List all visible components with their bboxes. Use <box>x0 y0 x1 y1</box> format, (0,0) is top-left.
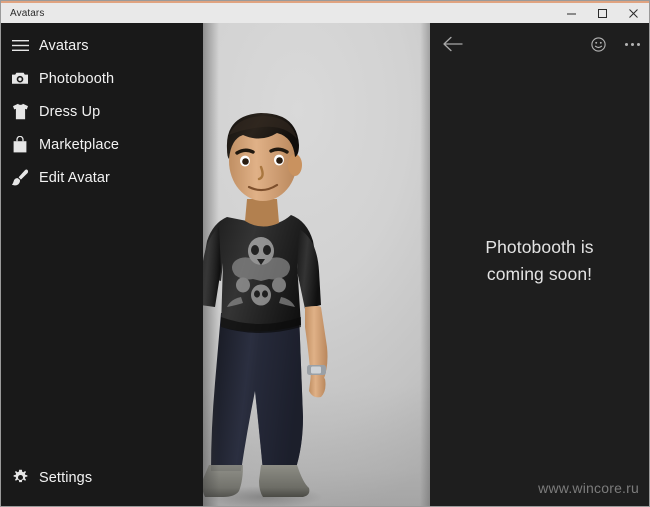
avatar-figure <box>203 113 328 506</box>
maximize-button[interactable] <box>587 3 618 23</box>
stage-edge-shadow-left <box>203 23 219 506</box>
sidebar-item-label: Edit Avatar <box>39 169 110 186</box>
nav-list: Avatars Photobooth Dress Up Marketplace … <box>1 23 203 194</box>
app-window: Avatars Avatars Photobooth Dress Up Mark… <box>0 0 650 507</box>
sidebar-item-marketplace[interactable]: Marketplace <box>1 128 203 161</box>
maximize-icon <box>598 8 607 18</box>
sidebar-item-edit-avatar[interactable]: Edit Avatar <box>1 161 203 194</box>
sidebar-item-label: Avatars <box>39 37 89 54</box>
gear-icon <box>1 469 39 486</box>
close-button[interactable] <box>618 3 649 23</box>
shopping-bag-icon <box>1 136 39 153</box>
sidebar-item-settings[interactable]: Settings <box>1 461 203 494</box>
sidebar-item-label: Marketplace <box>39 136 120 153</box>
caption-button-group <box>556 3 649 23</box>
app-body: Avatars Photobooth Dress Up Marketplace … <box>1 23 649 506</box>
watermark: www.wincore.ru <box>538 480 639 496</box>
sidebar-footer: Settings <box>1 461 203 494</box>
sidebar-item-label: Settings <box>39 469 93 486</box>
title-bar[interactable]: Avatars <box>1 3 649 23</box>
minimize-icon <box>567 13 576 14</box>
window-title: Avatars <box>10 7 45 19</box>
hamburger-menu-icon <box>1 39 39 52</box>
sidebar-item-photobooth[interactable]: Photobooth <box>1 62 203 95</box>
sidebar-item-label: Dress Up <box>39 103 101 120</box>
sidebar-item-avatars[interactable]: Avatars <box>1 29 203 62</box>
camera-icon <box>1 71 39 86</box>
stage-edge-shadow-right <box>420 23 430 506</box>
sidebar-item-label: Photobooth <box>39 70 115 87</box>
close-icon <box>629 8 638 18</box>
coming-soon-message: Photobooth is coming soon! <box>485 236 594 284</box>
sidebar-item-dress-up[interactable]: Dress Up <box>1 95 203 128</box>
navigation-sidebar: Avatars Photobooth Dress Up Marketplace … <box>1 23 203 506</box>
avatar-preview-stage[interactable] <box>203 23 430 506</box>
coming-soon-message-container: Photobooth is coming soon! <box>430 23 649 506</box>
minimize-button[interactable] <box>556 3 587 23</box>
paintbrush-icon <box>1 169 39 186</box>
content-pane: Photobooth is coming soon! www.wincore.r… <box>430 23 649 506</box>
tshirt-icon <box>1 103 39 120</box>
